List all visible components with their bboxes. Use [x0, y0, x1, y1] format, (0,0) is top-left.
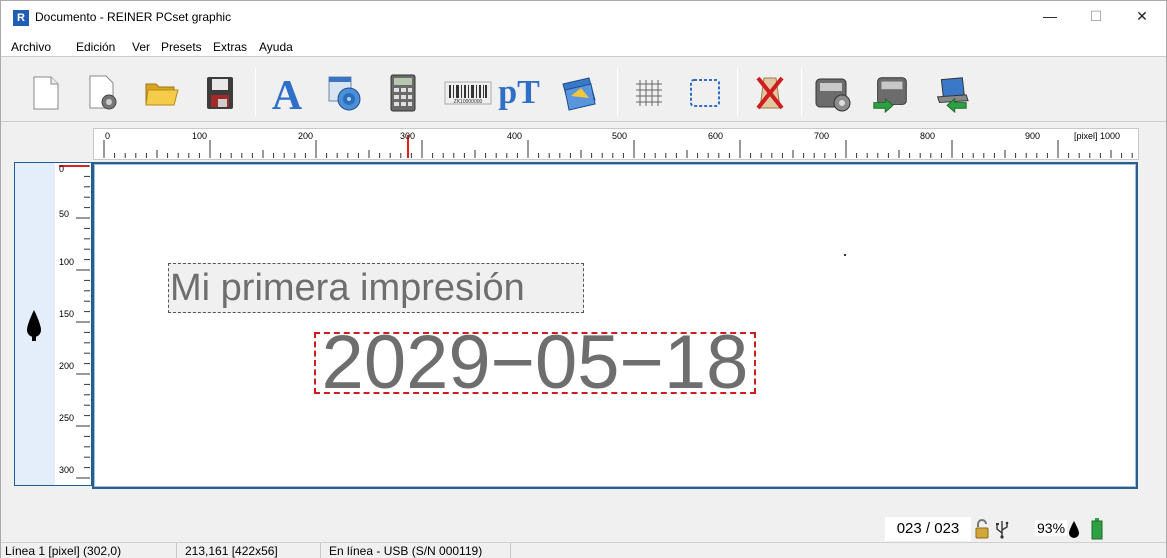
menu-archivo[interactable]: Archivo [11, 40, 51, 54]
svg-text:A: A [272, 73, 303, 113]
ruler-v-label-100: 100 [59, 257, 75, 267]
toolbar: A ZK10000000 pT [1, 58, 1166, 122]
app-logo-icon: R [13, 10, 29, 26]
ruler-h-label-300: 300 [400, 131, 416, 141]
lock-open-icon[interactable] [975, 519, 989, 542]
toolbar-separator [255, 68, 256, 116]
date-field[interactable]: 2029−05−18 [314, 332, 756, 394]
menu-ver[interactable]: Ver [132, 40, 150, 54]
ruler-h-label-500: 500 [612, 131, 628, 141]
menu-ayuda[interactable]: Ayuda [259, 40, 293, 54]
ruler-v-label-0: 0 [59, 164, 65, 174]
maximize-button[interactable]: ☐ [1073, 1, 1119, 31]
horizontal-ruler[interactable]: 0 100 200 300 400 500 600 700 800 900 [p… [93, 128, 1139, 160]
app-window: R Documento - REINER PCset graphic — ☐ ✕… [0, 0, 1167, 558]
grid-icon[interactable] [628, 72, 670, 114]
status-line-position: Línea 1 [pixel] (302,0) [1, 543, 177, 558]
pt-label: pT [498, 74, 540, 111]
ruler-h-label-600: 600 [708, 131, 724, 141]
status-bar: Línea 1 [pixel] (302,0) 213,161 [422x56]… [1, 542, 1166, 558]
ruler-h-label-900: 900 [1025, 131, 1041, 141]
ink-drop-icon [26, 308, 42, 345]
text-field-mi-primera[interactable]: Mi primera impresión [168, 263, 584, 313]
ruler-v-label-150: 150 [59, 309, 75, 319]
svg-text:ZK10000000: ZK10000000 [454, 99, 483, 105]
window-title: Documento - REINER PCset graphic [35, 10, 232, 24]
ruler-h-label-700: 700 [814, 131, 830, 141]
status-object-position: 213,161 [422x56] [181, 543, 321, 558]
ruler-h-label-400: 400 [507, 131, 523, 141]
status-connection: En línea - USB (S/N 000119) [325, 543, 511, 558]
canvas-dot [844, 254, 846, 256]
menu-presets[interactable]: Presets [161, 40, 202, 54]
title-bar: R Documento - REINER PCset graphic — ☐ ✕ [1, 1, 1166, 35]
image-import-icon[interactable] [558, 72, 600, 114]
battery-icon [1091, 518, 1103, 543]
usb-icon [995, 519, 1009, 542]
ruler-unit-label: [pixel] 1000 [1074, 131, 1121, 141]
datetime-counter-icon[interactable] [324, 72, 366, 114]
vertical-ruler-scale: 0 50 100 150 200 250 300 [55, 163, 91, 485]
open-folder-icon[interactable] [141, 72, 183, 114]
frame-select-icon[interactable] [684, 72, 726, 114]
ruler-h-label-0: 0 [105, 131, 111, 141]
minimize-button[interactable]: — [1027, 1, 1073, 31]
ruler-v-label-300: 300 [59, 465, 75, 475]
toolbar-separator [737, 68, 738, 116]
ruler-h-label-800: 800 [920, 131, 936, 141]
new-from-template-icon[interactable] [83, 72, 125, 114]
menu-bar: Archivo Edición Ver Presets Extras Ayuda [1, 35, 1166, 57]
menu-edicion[interactable]: Edición [76, 40, 115, 54]
menu-extras[interactable]: Extras [213, 40, 247, 54]
new-document-icon[interactable] [25, 72, 67, 114]
calculator-icon[interactable] [382, 72, 424, 114]
laptop-receive-icon[interactable] [928, 72, 970, 114]
ink-level-text: 93% [1035, 520, 1068, 536]
ruler-v-label-50: 50 [59, 209, 70, 219]
delete-cross-icon[interactable] [749, 72, 791, 114]
label-canvas[interactable]: Mi primera impresión 2029−05−18 [92, 162, 1138, 489]
printer-transfer-icon[interactable] [870, 72, 912, 114]
save-floppy-icon[interactable] [199, 72, 241, 114]
ruler-h-label-100: 100 [192, 131, 208, 141]
ruler-v-label-200: 200 [59, 361, 75, 371]
ink-drop-small-icon [1068, 520, 1080, 541]
barcode-icon[interactable]: ZK10000000 [440, 72, 496, 114]
ruler-h-label-200: 200 [298, 131, 314, 141]
toolbar-separator [801, 68, 802, 116]
text-a-icon[interactable]: A [266, 72, 308, 114]
toolbar-separator [617, 68, 618, 116]
ruler-v-label-250: 250 [59, 413, 75, 423]
pt-text-icon[interactable]: pT [498, 72, 540, 114]
close-button[interactable]: ✕ [1119, 1, 1165, 31]
print-counter: 023 / 023 [885, 517, 971, 541]
printer-settings-icon[interactable] [812, 72, 854, 114]
